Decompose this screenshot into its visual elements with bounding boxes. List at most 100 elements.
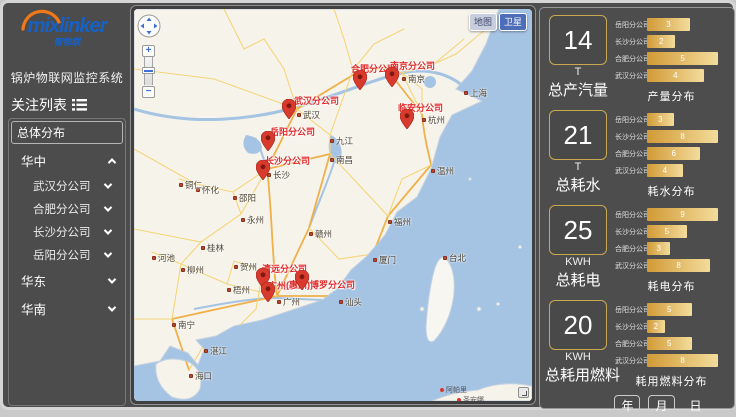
sidebar-region-0[interactable]: 华中 [9,146,125,174]
map-marker-pin-icon[interactable] [385,67,399,87]
list-icon[interactable] [72,99,87,111]
bar-row: 岳阳分公司5 [615,301,728,318]
bar-value-fill: 2 [647,35,675,48]
map-marker-label[interactable]: 岳阳分公司 [270,125,315,138]
map-marker-pin-icon[interactable] [261,282,275,302]
city-name: 上海 [470,87,487,99]
metric-bar-chart: 岳阳分公司3长沙分公司2合肥分公司5武汉分公司4产量分布 [611,13,730,108]
map-marker-pin-icon[interactable] [256,160,270,180]
bar-track: 2 [647,35,728,48]
zoom-in-button[interactable]: + [142,45,155,57]
metric-card-3: 20KWH总耗用燃料岳阳分公司5长沙分公司2合肥分公司5武汉分公司8耗用燃料分布 [545,298,730,393]
sidebar-region-label: 华中 [21,151,46,170]
metric-card-1: 21T总耗水岳阳分公司3长沙分公司8合肥分公司6武汉分公司4耗水分布 [545,108,730,203]
map-canvas[interactable]: 上海南京杭州温州武汉长沙九江南昌福州厦门台北赣州汕头广州桂林柳州梧州贺州永州邵阳… [134,9,532,401]
brand-logo: mixlinker 智物联 [5,5,129,63]
bar-track: 5 [647,52,728,65]
city-name: 九江 [336,135,353,147]
city-name: 柳州 [187,264,204,276]
city-name: 赣州 [315,228,332,240]
bar-row: 武汉分公司4 [615,67,728,84]
time-button[interactable]: 日 [683,395,709,417]
city-name: 南宁 [178,319,195,331]
bar-category-label: 合肥分公司 [615,54,647,64]
city-dot-icon [201,246,205,250]
bar-track: 5 [647,337,728,350]
city-dot-icon [422,118,426,122]
map-city-label: 台北 [443,252,466,264]
bar-row: 合肥分公司5 [615,335,728,352]
city-name: 汕头 [345,296,362,308]
map-city-label: 南宁 [172,319,195,331]
bar-row: 长沙分公司2 [615,318,728,335]
bar-value-fill: 5 [647,303,692,316]
map-corner-button[interactable] [518,387,529,398]
map-city-label: 铜仁 [179,179,202,191]
city-name: 温州 [437,165,454,177]
map-city-label: 南昌 [330,154,353,166]
city-name: 台北 [449,252,466,264]
sidebar-region-1[interactable]: 华东 [9,266,125,294]
bar-row: 长沙分公司2 [615,33,728,50]
system-title: 锅炉物联网监控系统 [5,63,129,91]
city-name: 湛江 [210,345,227,357]
sidebar-region-2[interactable]: 华南 [9,294,125,322]
bar-track: 8 [647,354,728,367]
map-type-switch: 地图卫星 [469,13,527,31]
island-name: 圣安娜 [463,395,484,401]
metric-label: 总耗用燃料 [545,364,611,385]
metric-value-box: 20 [549,300,607,350]
city-dot-icon [330,158,334,162]
metric-card-2: 25KWH总耗电岳阳分公司9长沙分公司5合肥分公司3武汉分公司8耗电分布 [545,203,730,298]
sidebar-branch-item[interactable]: 合肥分公司 [9,197,125,220]
bar-row: 岳阳分公司3 [615,111,728,128]
logo-swoosh-icon [19,9,63,31]
map-city-label: 柳州 [181,264,204,276]
sidebar-branch-item[interactable]: 长沙分公司 [9,220,125,243]
metric-label: 总产汽量 [545,79,611,100]
time-button[interactable]: 年 [614,395,640,417]
overview-item[interactable]: 总体分布 [11,121,123,144]
map-base-art [134,9,532,401]
map-marker-label[interactable]: 长沙分公司 [265,154,310,167]
map-city-label: 南京 [402,73,425,85]
map-marker-pin-icon[interactable] [400,109,414,129]
bar-category-label: 合肥分公司 [615,149,647,159]
sidebar-branch-item[interactable]: 岳阳分公司 [9,243,125,266]
time-button[interactable]: 月 [648,395,674,417]
map-city-label: 厦门 [373,254,396,266]
city-dot-icon [309,232,313,236]
city-dot-icon [402,77,406,81]
bar-value-fill: 2 [647,320,665,333]
map-pan-control[interactable] [137,14,161,38]
zoom-slider-handle[interactable] [142,67,155,74]
city-name: 海口 [195,370,212,382]
bar-category-label: 岳阳分公司 [615,115,647,125]
zoom-out-button[interactable]: − [142,86,155,98]
map-marker-pin-icon[interactable] [282,99,296,119]
city-dot-icon [234,265,238,269]
metric-unit: KWH [545,256,611,268]
map-island-label: 阿帕里 [440,385,467,395]
city-name: 武汉 [303,109,320,121]
bar-category-label: 长沙分公司 [615,322,647,332]
metric-summary: 14T总产汽量 [545,13,611,108]
map-marker-pin-icon[interactable] [261,131,275,151]
brand-tagline: 智物联 [5,35,129,48]
map-marker-pin-icon[interactable] [295,270,309,290]
bar-row: 岳阳分公司9 [615,206,728,223]
sidebar-branch-item[interactable]: 武汉分公司 [9,174,125,197]
bar-category-label: 武汉分公司 [615,356,647,366]
sidebar: mixlinker 智物联 锅炉物联网监控系统 关注列表 总体分布 华中武汉分公… [5,5,129,405]
city-name: 河池 [158,252,175,264]
map-city-label: 温州 [431,165,454,177]
metric-bar-chart: 岳阳分公司3长沙分公司8合肥分公司6武汉分公司4耗水分布 [611,108,730,203]
map-marker-pin-icon[interactable] [353,70,367,90]
sidebar-region-label: 华南 [21,299,46,318]
metric-card-0: 14T总产汽量岳阳分公司3长沙分公司2合肥分公司5武汉分公司4产量分布 [545,13,730,108]
map-type-button-satellite[interactable]: 卫星 [499,13,527,31]
bar-track: 3 [647,113,728,126]
bar-row: 合肥分公司3 [615,240,728,257]
map-marker-label[interactable]: 武汉分公司 [294,94,339,107]
map-type-button-map[interactable]: 地图 [469,13,497,31]
